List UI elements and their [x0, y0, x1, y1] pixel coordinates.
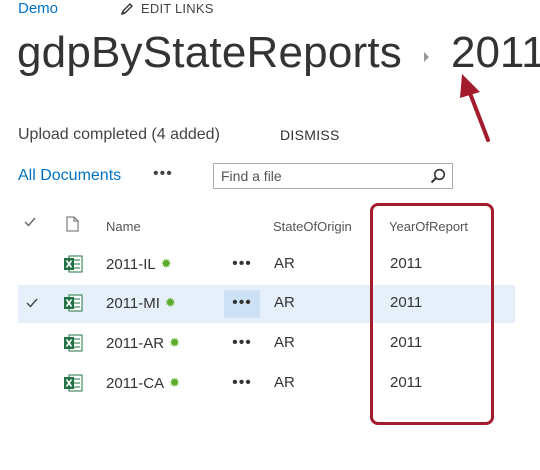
file-name-link[interactable]: 2011-AR ✹: [106, 335, 180, 352]
upload-status-message: Upload completed (4 added): [18, 126, 220, 143]
file-name-link[interactable]: 2011-IL ✹: [106, 256, 172, 273]
edit-links-label: EDIT LINKS: [141, 1, 214, 16]
new-item-icon: ✹: [164, 295, 176, 310]
file-name-link[interactable]: 2011-MI ✹: [106, 295, 176, 312]
item-menu-button[interactable]: •••: [224, 330, 260, 358]
view-all-documents[interactable]: All Documents: [18, 167, 121, 185]
search-box[interactable]: [213, 163, 453, 189]
view-more-button[interactable]: •••: [153, 165, 173, 183]
excel-file-icon: [63, 373, 83, 398]
new-item-icon: ✹: [169, 335, 180, 350]
file-name-link[interactable]: 2011-CA ✹: [106, 375, 180, 392]
item-menu-button[interactable]: •••: [224, 251, 260, 279]
item-menu-button[interactable]: •••: [224, 370, 260, 398]
column-header-state[interactable]: StateOfOrigin: [273, 219, 352, 234]
annotation-arrow: [460, 74, 490, 142]
item-menu-button[interactable]: •••: [224, 290, 260, 318]
edit-links-button[interactable]: EDIT LINKS: [120, 1, 214, 16]
excel-file-icon: [63, 293, 83, 318]
site-link-demo[interactable]: Demo: [18, 0, 58, 17]
new-item-icon: ✹: [169, 375, 180, 390]
search-input[interactable]: [214, 168, 421, 184]
file-type-header-icon: [66, 216, 79, 237]
state-cell: AR: [274, 294, 295, 311]
site-title-link[interactable]: gdpByStateReports: [17, 28, 402, 78]
select-all-check[interactable]: [24, 216, 36, 231]
new-item-icon: ✹: [160, 256, 172, 271]
excel-file-icon: [63, 333, 83, 358]
excel-file-icon: [63, 254, 83, 279]
state-cell: AR: [274, 255, 295, 272]
column-header-name[interactable]: Name: [106, 219, 141, 234]
dismiss-button[interactable]: DISMISS: [280, 127, 340, 143]
annotation-highlight-box: [370, 203, 494, 425]
row-selected-check-icon[interactable]: [26, 296, 38, 314]
pencil-icon: [120, 2, 134, 16]
state-cell: AR: [274, 334, 295, 351]
checkmark-icon: [24, 217, 36, 227]
search-icon[interactable]: [430, 168, 446, 189]
state-cell: AR: [274, 374, 295, 391]
breadcrumb-separator-icon: [423, 52, 429, 62]
